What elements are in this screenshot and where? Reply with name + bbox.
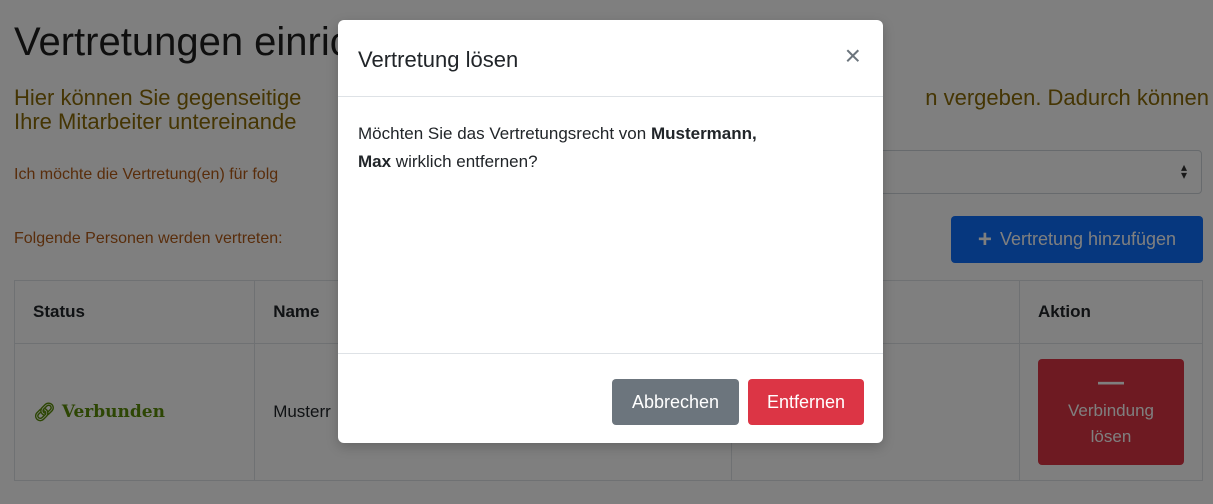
message-name-part-1: Mustermann,: [650, 124, 757, 143]
dialog-title: Vertretung lösen: [358, 47, 519, 72]
confirm-dialog: Vertretung lösen × Möchten Sie das Vertr…: [338, 20, 883, 443]
dialog-message: Möchten Sie das Vertretungsrecht von Mus…: [358, 120, 858, 176]
message-name-part-2: Max: [358, 152, 392, 171]
close-icon[interactable]: ×: [845, 42, 861, 70]
cancel-button[interactable]: Abbrechen: [612, 379, 739, 425]
remove-button[interactable]: Entfernen: [748, 379, 864, 425]
dialog-header: Vertretung lösen ×: [338, 20, 883, 97]
message-prefix: Möchten Sie das Vertretungsrecht von: [358, 124, 651, 143]
message-suffix: wirklich entfernen?: [391, 152, 538, 171]
dialog-footer: Abbrechen Entfernen: [338, 353, 883, 443]
